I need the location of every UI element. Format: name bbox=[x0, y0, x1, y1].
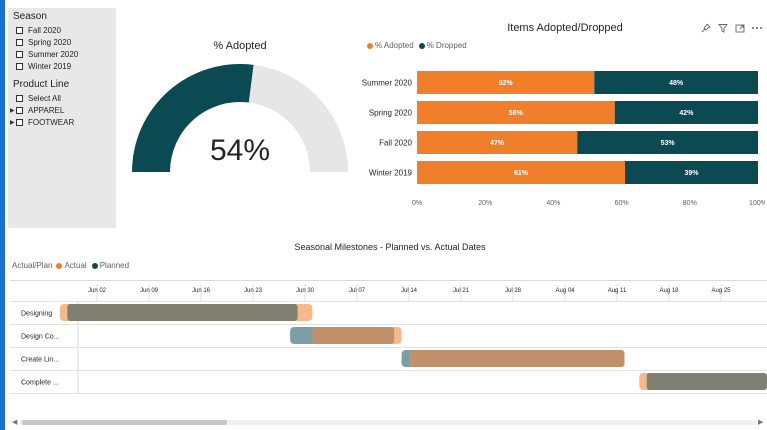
gantt-title: Seasonal Milestones - Planned vs. Actual… bbox=[294, 242, 486, 252]
bar-data-label: 53% bbox=[661, 140, 676, 147]
gantt-overlap-bar[interactable] bbox=[409, 350, 625, 367]
product-item-label: APPAREL bbox=[28, 106, 65, 115]
gantt-date-tick: Jun 02 bbox=[88, 288, 107, 294]
x-tick-label: 60% bbox=[615, 200, 629, 207]
gantt-legend-item-actual: Actual bbox=[56, 261, 87, 270]
milestones-gantt-chart: Jun 02 Jun 09 Jun 16 Jun 23 Jun 30 Jul 07 Jul … bbox=[10, 280, 767, 394]
donut-value-label: 54% bbox=[209, 134, 271, 167]
donut-title: % Adopted bbox=[213, 40, 267, 52]
gantt-row-label: Design Co... bbox=[21, 334, 60, 341]
season-item-label: Fall 2020 bbox=[28, 26, 61, 35]
bar-data-label: 48% bbox=[669, 80, 684, 87]
bar-data-label: 39% bbox=[684, 170, 699, 177]
product-item-footwear[interactable]: ▶ FOOTWEAR bbox=[10, 117, 74, 128]
bar-data-label: 61% bbox=[514, 170, 529, 177]
checkbox-icon[interactable] bbox=[16, 39, 23, 46]
season-item-label: Spring 2020 bbox=[28, 38, 72, 47]
bar-chart-legend: % Adopted % Dropped bbox=[367, 41, 472, 50]
product-item-label: Select All bbox=[28, 94, 61, 103]
legend-item-adopted: % Adopted bbox=[367, 41, 414, 50]
x-tick-label: 20% bbox=[478, 200, 492, 207]
gantt-overlap-bar[interactable] bbox=[312, 327, 395, 344]
scroll-right-icon[interactable]: ▶ bbox=[758, 418, 763, 426]
gantt-date-tick: Jun 23 bbox=[244, 288, 263, 294]
gantt-overlap-bar[interactable] bbox=[646, 373, 767, 390]
more-options-icon[interactable] bbox=[751, 22, 763, 34]
legend-label: Actual bbox=[64, 261, 87, 270]
season-item-spring-2020[interactable]: Spring 2020 bbox=[16, 37, 71, 48]
gantt-date-tick: Jun 09 bbox=[140, 288, 159, 294]
season-item-label: Summer 2020 bbox=[28, 50, 79, 59]
legend-dot bbox=[418, 42, 425, 49]
gantt-date-tick: Jun 30 bbox=[296, 288, 315, 294]
scroll-left-icon[interactable]: ◀ bbox=[12, 418, 17, 426]
legend-dot bbox=[91, 262, 98, 269]
product-item-apparel[interactable]: ▶ APPAREL bbox=[10, 105, 64, 116]
legend-item-dropped: % Dropped bbox=[418, 41, 467, 50]
x-tick-label: 40% bbox=[546, 200, 560, 207]
gantt-date-tick: Jul 21 bbox=[453, 288, 470, 294]
season-item-winter-2019[interactable]: Winter 2019 bbox=[16, 61, 71, 72]
season-slicer-title: Season bbox=[13, 11, 47, 22]
gantt-row-label: Designing bbox=[21, 311, 52, 318]
legend-label: % Adopted bbox=[375, 41, 414, 50]
bar-chart-title: Items Adopted/Dropped bbox=[507, 22, 623, 34]
checkbox-icon[interactable] bbox=[16, 27, 23, 34]
focus-mode-icon[interactable] bbox=[734, 22, 746, 34]
gantt-legend-label: Actual/Plan bbox=[12, 261, 53, 270]
gantt-date-tick: Jul 07 bbox=[349, 288, 366, 294]
checkbox-icon[interactable] bbox=[16, 119, 23, 126]
bar-data-label: 42% bbox=[679, 110, 694, 117]
horizontal-scrollbar[interactable]: ◀ ▶ bbox=[12, 418, 765, 427]
checkbox-icon[interactable] bbox=[16, 51, 23, 58]
legend-label: Planned bbox=[99, 261, 130, 270]
gantt-date-tick: Jul 14 bbox=[401, 288, 418, 294]
x-tick-label: 80% bbox=[683, 200, 697, 207]
category-label: Winter 2019 bbox=[369, 169, 413, 178]
page-left-accent bbox=[0, 0, 5, 430]
gantt-date-tick: Aug 25 bbox=[711, 288, 731, 294]
filter-icon[interactable] bbox=[717, 22, 729, 34]
gantt-date-tick: Aug 04 bbox=[555, 288, 575, 294]
visual-toolbar bbox=[700, 22, 763, 34]
gantt-row-label: Complete ... bbox=[21, 380, 59, 387]
gantt-date-tick: Jun 16 bbox=[192, 288, 211, 294]
x-tick-label: 0% bbox=[412, 200, 422, 207]
bar-data-label: 58% bbox=[509, 110, 524, 117]
category-label: Fall 2020 bbox=[379, 139, 412, 148]
gantt-date-tick: Aug 11 bbox=[608, 288, 627, 294]
slicer-panel: Season Fall 2020 Spring 2020 Summer 2020… bbox=[8, 8, 116, 228]
product-item-label: FOOTWEAR bbox=[28, 118, 75, 127]
checkbox-icon[interactable] bbox=[16, 107, 23, 114]
gantt-legend-item-planned: Planned bbox=[91, 261, 130, 270]
bar-data-label: 47% bbox=[490, 140, 505, 147]
items-adopted-dropped-chart: Summer 2020 52% 48% Spring 2020 58% 42% Fall 2… bbox=[362, 71, 765, 207]
season-item-label: Winter 2019 bbox=[28, 62, 72, 71]
category-label: Spring 2020 bbox=[369, 109, 413, 118]
pin-icon[interactable] bbox=[700, 22, 712, 34]
bar-data-label: 52% bbox=[499, 80, 514, 87]
checkbox-icon[interactable] bbox=[16, 95, 23, 102]
gantt-overlap-bar[interactable] bbox=[67, 304, 298, 321]
legend-label: % Dropped bbox=[426, 41, 467, 50]
scrollbar-thumb[interactable] bbox=[22, 420, 227, 425]
legend-dot bbox=[56, 262, 63, 269]
gantt-date-tick: Aug 18 bbox=[659, 288, 679, 294]
checkbox-icon[interactable] bbox=[16, 63, 23, 70]
season-item-summer-2020[interactable]: Summer 2020 bbox=[16, 49, 78, 60]
product-line-slicer-title: Product Line bbox=[13, 79, 70, 90]
x-tick-label: 100% bbox=[749, 200, 765, 207]
legend-dot bbox=[367, 42, 373, 49]
product-item-select-all[interactable]: Select All bbox=[16, 93, 61, 104]
season-item-fall-2020[interactable]: Fall 2020 bbox=[16, 25, 61, 36]
category-label: Summer 2020 bbox=[362, 79, 413, 88]
gantt-date-tick: Jul 28 bbox=[505, 288, 522, 294]
gantt-legend: Actual/Plan Actual Planned bbox=[12, 261, 134, 270]
gantt-row-label: Create Lin... bbox=[21, 357, 59, 364]
